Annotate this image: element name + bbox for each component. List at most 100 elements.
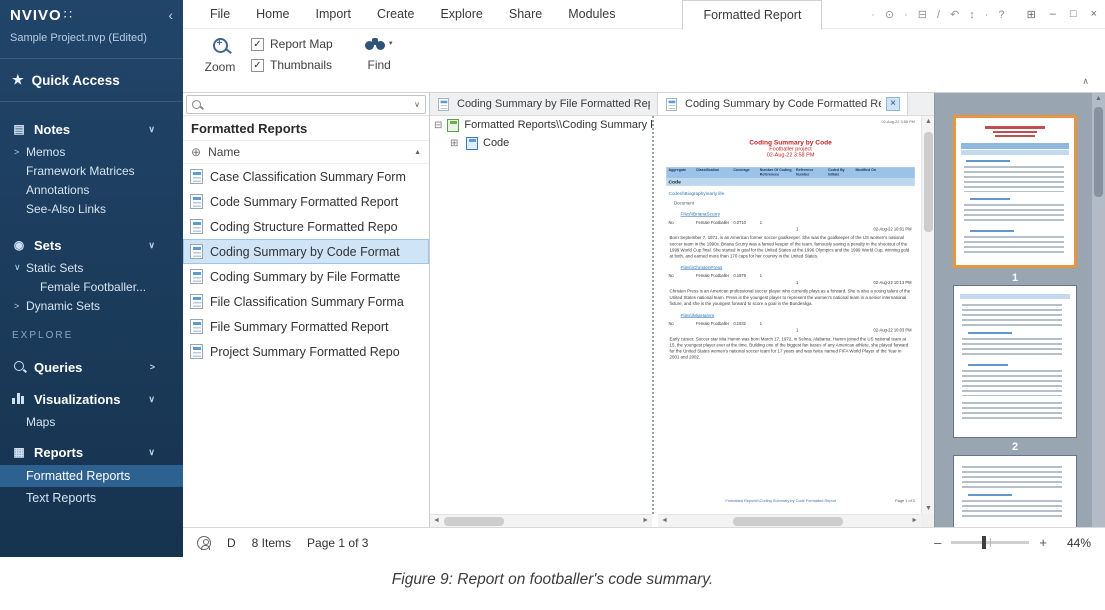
thumbnail-label-2: 2 (1011, 441, 1019, 453)
file-data-row: No Female Footballer 0.1632 1 (668, 321, 914, 326)
search-dropdown-icon[interactable]: ∨ (414, 100, 420, 109)
thumbnail-page-2[interactable] (953, 285, 1077, 438)
thumbnails-checkbox[interactable]: ✓ Thumbnails (251, 58, 333, 72)
scrollbar-thumb[interactable] (1094, 107, 1103, 197)
name-column-header[interactable]: ⊕ Name ▲ (183, 141, 429, 164)
sidebar-item-maps[interactable]: Maps (0, 412, 183, 431)
sidebar-item-dynamic-sets[interactable]: > Dynamic Sets (0, 296, 183, 315)
column-header: Classification (695, 168, 720, 173)
edit-icon[interactable]: / (937, 9, 940, 21)
tree-node-code[interactable]: ⊞ Code (430, 134, 652, 152)
scroll-right-icon[interactable]: ► (911, 517, 918, 524)
scroll-right-icon[interactable]: ► (642, 517, 649, 524)
sort-ascending-icon[interactable]: ▲ (414, 149, 421, 156)
ribbon-tab-formatted-report[interactable]: Formatted Report (682, 0, 823, 30)
report-list-item[interactable]: Coding Summary by File Formatte (183, 264, 429, 289)
undo-icon[interactable]: ↶ (950, 8, 959, 21)
scroll-up-icon[interactable]: ▲ (1092, 95, 1105, 102)
quick-icon-record[interactable]: ⊙ (885, 8, 894, 21)
chevron-right-icon[interactable]: > (150, 362, 155, 372)
ribbon-tab-modules[interactable]: Modules (555, 0, 628, 28)
chevron-down-icon[interactable]: ∨ (148, 447, 155, 458)
report-list-item-selected[interactable]: Coding Summary by Code Format (183, 239, 429, 264)
sidebar-item-framework-matrices[interactable]: Framework Matrices (0, 161, 183, 180)
zoom-out-icon[interactable]: – (934, 535, 941, 550)
zoom-button[interactable]: Zoom (201, 36, 239, 74)
document-vertical-scrollbar[interactable]: ▲ ▼ (921, 116, 934, 514)
sidebar-group-notes[interactable]: ▤ Notes ∨ (0, 116, 183, 142)
report-list-item[interactable]: Coding Structure Formatted Repo (183, 214, 429, 239)
ribbon-tab-share[interactable]: Share (496, 0, 555, 28)
sidebar-item-annotations[interactable]: Annotations (0, 180, 183, 199)
help-icon[interactable]: ? (998, 9, 1004, 21)
close-tab-icon[interactable]: × (886, 97, 900, 111)
thumbnail-page-3[interactable] (953, 455, 1077, 527)
report-list-item[interactable]: File Classification Summary Forma (183, 289, 429, 314)
save-icon[interactable]: ⊟ (918, 8, 927, 21)
nvivo-logo: NVIVO (10, 6, 62, 24)
quick-icon-dot[interactable]: · (904, 9, 908, 21)
quick-icon-dot[interactable]: · (985, 9, 989, 21)
ribbon-tab-file[interactable]: File (197, 0, 243, 28)
zoom-slider-handle[interactable] (982, 536, 987, 549)
sidebar-group-sets[interactable]: ◉ Sets ∨ (0, 232, 183, 258)
report-map-checkbox[interactable]: ✓ Report Map (251, 37, 333, 51)
zoom-in-icon[interactable]: + (1039, 535, 1047, 550)
expander-collapsed-icon[interactable]: ⊞ (450, 138, 461, 149)
ribbon-tab-create[interactable]: Create (364, 0, 428, 28)
report-list-item[interactable]: Code Summary Formatted Report (183, 189, 429, 214)
ribbon-tab-explore[interactable]: Explore (427, 0, 495, 28)
sidebar-item-formatted-reports[interactable]: Formatted Reports (0, 465, 183, 487)
scrollbar-thumb[interactable] (924, 132, 933, 232)
sidebar-item-female-footballer-set[interactable]: Female Footballer... (0, 277, 183, 296)
search-box[interactable]: ∨ (186, 94, 426, 114)
thumbnail-scrollbar[interactable]: ▲ (1092, 93, 1105, 527)
sidebar-item-quick-access[interactable]: ★ Quick Access (0, 63, 183, 97)
sidebar-item-see-also-links[interactable]: See-Also Links (0, 199, 183, 218)
report-list-item[interactable]: File Summary Formatted Report (183, 314, 429, 339)
close-icon[interactable]: × (1091, 8, 1097, 21)
tab-coding-summary-by-code[interactable]: Coding Summary by Code Formatted Report … (658, 93, 908, 115)
document-horizontal-scrollbar[interactable]: ◄ ► (658, 514, 921, 527)
quick-icon-dot[interactable]: · (871, 9, 875, 21)
chevron-down-icon[interactable]: ∨ (148, 124, 155, 135)
find-dropdown-icon[interactable]: ▼ (388, 41, 394, 47)
restore-icon[interactable]: □ (1070, 8, 1077, 21)
zoom-slider[interactable] (951, 536, 1030, 549)
ribbon-tab-import[interactable]: Import (303, 0, 364, 28)
thumbnail-page-1-selected[interactable] (953, 115, 1077, 268)
tree-horizontal-scrollbar[interactable]: ◄ ► (430, 514, 652, 527)
search-input[interactable] (206, 98, 410, 110)
sidebar-item-static-sets[interactable]: ∨ Static Sets (0, 258, 183, 277)
report-list-item[interactable]: Case Classification Summary Form (183, 164, 429, 189)
find-button[interactable]: ▼ Find (364, 36, 394, 72)
sidebar-group-visualizations[interactable]: Visualizations ∨ (0, 386, 183, 412)
sidebar-group-reports[interactable]: ▦ Reports ∨ (0, 439, 183, 465)
sidebar-item-text-reports[interactable]: Text Reports (0, 487, 183, 509)
plus-circle-icon[interactable]: ⊕ (191, 145, 201, 159)
sidebar-group-queries[interactable]: Queries > (0, 354, 183, 380)
expander-expanded-icon[interactable]: ⊟ (434, 120, 442, 131)
report-list-item[interactable]: Project Summary Formatted Repo (183, 339, 429, 364)
reference-number: 1 (796, 280, 799, 286)
tree-node-root[interactable]: ⊟ Formatted Reports\\Coding Summary by C… (430, 116, 652, 134)
scrollbar-thumb[interactable] (444, 517, 504, 526)
panes-icon[interactable]: ⊞ (1027, 8, 1036, 21)
sort-toggle-icon[interactable]: ↕ (969, 9, 975, 21)
scrollbar-thumb[interactable] (733, 517, 843, 526)
document-page-view[interactable]: 02-Aug-22 3:58 PM Coding Summary by Code… (658, 116, 922, 514)
minimize-icon[interactable]: – (1050, 8, 1056, 21)
scroll-left-icon[interactable]: ◄ (433, 517, 440, 524)
file-link: Files\\BrianaScurry (680, 210, 721, 217)
collapse-ribbon-icon[interactable]: ∧ (1082, 76, 1089, 87)
chevron-down-icon[interactable]: ∨ (148, 394, 155, 405)
scroll-left-icon[interactable]: ◄ (661, 517, 668, 524)
scroll-down-icon[interactable]: ▼ (922, 505, 934, 512)
ribbon-tab-home[interactable]: Home (243, 0, 302, 28)
sets-icon: ◉ (13, 238, 25, 252)
scroll-up-icon[interactable]: ▲ (922, 118, 934, 125)
chevron-down-icon[interactable]: ∨ (148, 240, 155, 251)
tab-coding-summary-by-file[interactable]: Coding Summary by File Formatted Report … (430, 93, 658, 115)
sidebar-item-memos[interactable]: > Memos (0, 142, 183, 161)
sidebar-collapse-icon[interactable]: ‹ (168, 7, 173, 23)
